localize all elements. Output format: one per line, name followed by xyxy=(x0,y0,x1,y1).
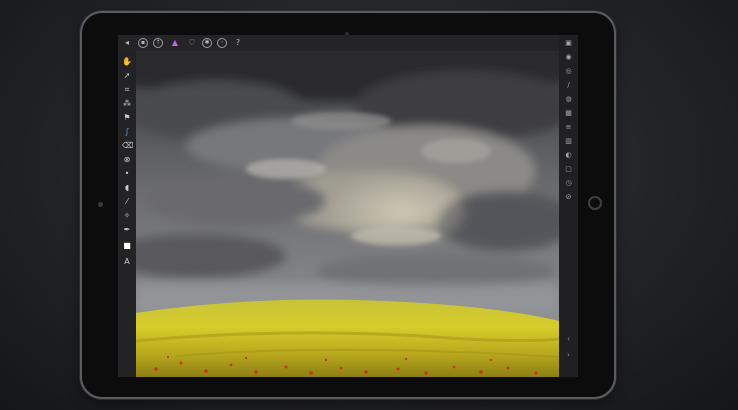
swatches-icon[interactable]: ▦ xyxy=(564,109,573,118)
paint-brush-icon[interactable]: ∫ xyxy=(122,127,132,137)
navigator-icon[interactable]: ◐ xyxy=(564,151,573,160)
persona-triangle-icon[interactable]: ▲ xyxy=(170,38,180,48)
effects-icon[interactable]: ◎ xyxy=(564,67,573,76)
blur-brush-icon[interactable]: • xyxy=(122,169,132,179)
flood-select-icon[interactable]: ⚑ xyxy=(122,113,132,123)
tools-panel: ✋ ➚ ⌗ ⁂ ⚑ ∫ ⌫ ⊗ • ◖ ⁄ ✧ ✒ ■ A xyxy=(118,51,136,377)
shape-icon[interactable]: ■ xyxy=(122,241,132,251)
history-icon[interactable]: ◷ xyxy=(564,179,573,188)
selection-brush-icon[interactable]: ⁂ xyxy=(122,99,132,109)
canvas-photo[interactable] xyxy=(136,51,559,377)
app-screen: ◂ ▪ ↑ ▲ ♡ ✱ ◦ ? ✋ ➚ ⌗ ⁂ ⚑ ∫ ⌫ ⊗ • ◖ ⁄ ✧ … xyxy=(118,35,578,377)
transform-icon[interactable]: ▢ xyxy=(564,165,573,174)
help-glyph: ? xyxy=(235,38,241,47)
home-button[interactable] xyxy=(588,196,602,210)
crop-icon[interactable]: ⌗ xyxy=(122,85,132,95)
retouch-icon[interactable]: ✧ xyxy=(122,211,132,221)
hand-icon[interactable]: ✋ xyxy=(122,57,132,67)
redo-icon[interactable]: › xyxy=(564,351,573,360)
undo-icon[interactable]: ‹ xyxy=(564,335,573,344)
storm-meadow-photo xyxy=(136,51,559,377)
heart-icon[interactable]: ♡ xyxy=(187,38,197,48)
layers-icon[interactable]: ▣ xyxy=(564,39,573,48)
erase-icon[interactable]: ⌫ xyxy=(122,141,133,151)
adjustments-icon[interactable]: ◉ xyxy=(564,53,573,62)
studio-panel: ▣ ◉ ◎ / ◍ ▦ ≡ ▥ ◐ ▢ ◷ ⊘ ‹ › xyxy=(559,35,578,377)
menu-icon[interactable]: ◂ xyxy=(122,38,132,48)
text-icon[interactable]: A xyxy=(122,257,132,267)
settings-icon[interactable]: ✱ xyxy=(202,38,212,48)
document-icon[interactable]: ▪ xyxy=(138,38,148,48)
ambient-sensor xyxy=(98,202,103,207)
help-icon[interactable]: ? xyxy=(233,38,243,48)
export-icon[interactable]: ↑ xyxy=(153,38,163,48)
pen-icon[interactable]: ✒ xyxy=(122,225,132,235)
clone-icon[interactable]: ⊗ xyxy=(122,155,132,165)
histogram-icon[interactable]: ▥ xyxy=(564,137,573,146)
dodge-icon[interactable]: ◖ xyxy=(122,183,132,193)
move-icon[interactable]: ➚ xyxy=(122,71,132,81)
top-toolbar: ◂ ▪ ↑ ▲ ♡ ✱ ◦ ? xyxy=(118,35,578,51)
styles-icon[interactable]: ⊘ xyxy=(564,193,573,202)
color-icon[interactable]: ◍ xyxy=(564,95,573,104)
healing-icon[interactable]: ⁄ xyxy=(122,197,132,207)
channels-icon[interactable]: ≡ xyxy=(564,123,573,132)
globe-icon[interactable]: ◦ xyxy=(217,38,227,48)
tablet-device: ◂ ▪ ↑ ▲ ♡ ✱ ◦ ? ✋ ➚ ⌗ ⁂ ⚑ ∫ ⌫ ⊗ • ◖ ⁄ ✧ … xyxy=(82,13,614,397)
brushes-icon[interactable]: / xyxy=(564,81,573,90)
